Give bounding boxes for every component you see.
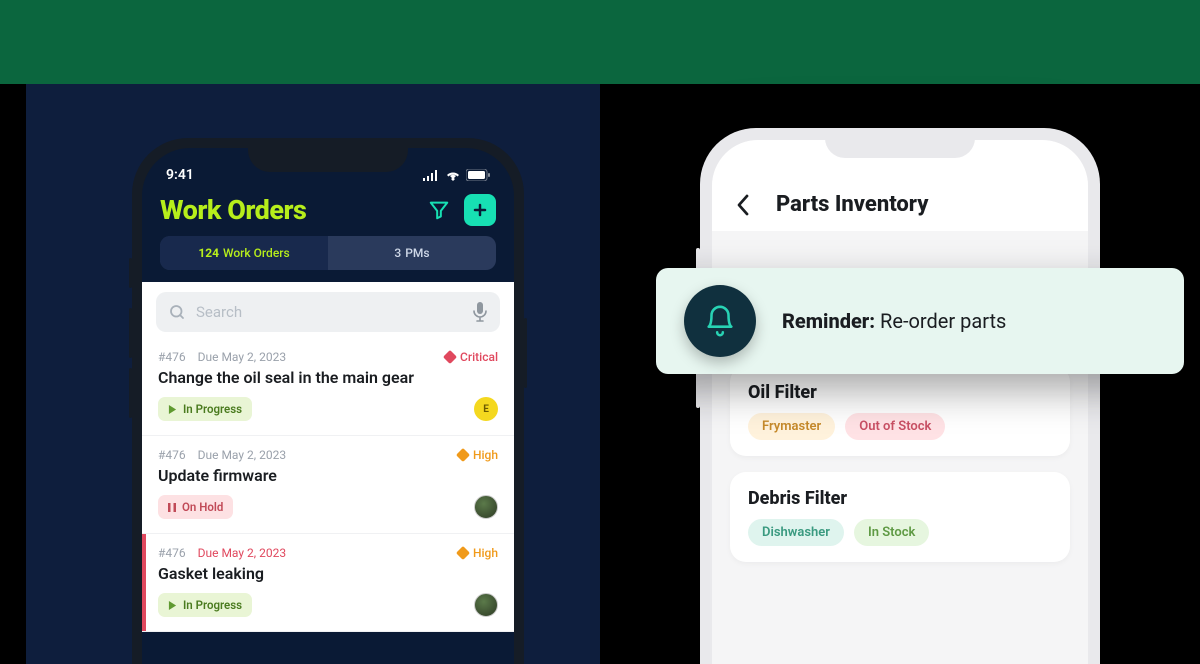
part-name: Oil Filter bbox=[748, 382, 1052, 403]
work-order-card[interactable]: #476 Due May 2, 2023 High Update firmware On… bbox=[142, 436, 514, 534]
phone-notch bbox=[248, 138, 408, 172]
diamond-icon bbox=[443, 350, 457, 364]
plus-icon bbox=[472, 202, 488, 218]
search-field[interactable] bbox=[156, 292, 500, 332]
tab-count: 3 bbox=[394, 246, 401, 260]
work-order-title: Update firmware bbox=[158, 466, 498, 485]
search-input[interactable] bbox=[196, 303, 462, 321]
pause-icon bbox=[168, 503, 176, 512]
play-icon bbox=[168, 601, 177, 610]
tab-work-orders[interactable]: 124 Work Orders bbox=[160, 236, 328, 270]
priority-label: High bbox=[473, 546, 498, 560]
phone-side-button bbox=[524, 318, 527, 388]
work-order-due: Due May 2, 2023 bbox=[198, 350, 286, 364]
work-order-id: #476 bbox=[158, 350, 186, 364]
status-pill: On Hold bbox=[158, 495, 233, 519]
battery-icon bbox=[466, 169, 490, 181]
filter-button[interactable] bbox=[424, 195, 454, 225]
assignee-avatar[interactable] bbox=[474, 593, 498, 617]
page-title: Work Orders bbox=[160, 194, 414, 226]
page-title: Parts Inventory bbox=[776, 192, 928, 217]
work-order-due: Due May 2, 2023 bbox=[198, 546, 286, 560]
notification-banner[interactable]: Reminder: Re-order parts bbox=[656, 268, 1184, 374]
part-name: Debris Filter bbox=[748, 488, 1052, 509]
work-order-id: #476 bbox=[158, 448, 186, 462]
tab-label: PMs bbox=[405, 246, 429, 260]
tab-count: 124 bbox=[198, 246, 219, 260]
status-pill: In Progress bbox=[158, 593, 252, 617]
tab-label: Work Orders bbox=[223, 246, 290, 260]
status-icons bbox=[422, 169, 490, 181]
priority-badge: High bbox=[458, 448, 498, 462]
notification-text: Reminder: Re-order parts bbox=[782, 309, 1006, 333]
part-card[interactable]: Debris Filter Dishwasher In Stock bbox=[730, 472, 1070, 562]
chevron-left-icon bbox=[736, 194, 750, 216]
part-card[interactable]: Oil Filter Frymaster Out of Stock bbox=[730, 366, 1070, 456]
priority-badge: High bbox=[458, 546, 498, 560]
work-order-id: #476 bbox=[158, 546, 186, 560]
status-label: In Progress bbox=[183, 402, 242, 416]
phone-side-button bbox=[129, 368, 132, 418]
phone-parts-inventory: Parts Inventory Out of Stock Oil Filter Fr… bbox=[700, 128, 1100, 664]
status-time: 9:41 bbox=[166, 167, 194, 183]
tag-row: Frymaster Out of Stock bbox=[748, 413, 1052, 440]
part-tag: Out of Stock bbox=[845, 413, 945, 440]
work-order-due: Due May 2, 2023 bbox=[198, 448, 286, 462]
top-green-bar bbox=[0, 0, 1200, 84]
phone-side-button bbox=[129, 258, 132, 288]
work-order-card[interactable]: #476 Due May 2, 2023 Critical Change the oi… bbox=[142, 338, 514, 436]
status-label: In Progress bbox=[183, 598, 242, 612]
status-pill: In Progress bbox=[158, 397, 252, 421]
segmented-control: 124 Work Orders 3 PMs bbox=[160, 236, 496, 270]
bell-icon bbox=[703, 304, 737, 338]
play-icon bbox=[168, 405, 177, 414]
notification-icon-circle bbox=[684, 285, 756, 357]
search-icon bbox=[168, 303, 186, 321]
part-tag: Frymaster bbox=[748, 413, 835, 440]
back-button[interactable] bbox=[736, 194, 760, 216]
priority-badge: Critical bbox=[445, 350, 498, 364]
tab-pms[interactable]: 3 PMs bbox=[328, 236, 496, 270]
part-tag: In Stock bbox=[854, 519, 929, 546]
work-order-card[interactable]: #476 Due May 2, 2023 High Gasket leaking In … bbox=[142, 534, 514, 632]
part-tag: Dishwasher bbox=[748, 519, 844, 546]
diamond-icon bbox=[456, 546, 470, 560]
phone-side-button bbox=[129, 308, 132, 358]
assignee-avatar[interactable]: E bbox=[474, 397, 498, 421]
notification-message: Re-order parts bbox=[880, 309, 1006, 333]
funnel-icon bbox=[428, 199, 450, 221]
priority-label: High bbox=[473, 448, 498, 462]
work-order-title: Gasket leaking bbox=[158, 564, 498, 583]
add-button[interactable] bbox=[464, 194, 496, 226]
notification-prefix: Reminder: bbox=[782, 309, 875, 333]
assignee-avatar[interactable] bbox=[474, 495, 498, 519]
mic-icon[interactable] bbox=[472, 302, 488, 322]
status-label: On Hold bbox=[182, 500, 223, 514]
phone-work-orders: 9:41 Work Orders 124 Work Orders 3 bbox=[132, 138, 524, 664]
diamond-icon bbox=[456, 448, 470, 462]
priority-label: Critical bbox=[460, 350, 498, 364]
cellular-icon bbox=[422, 170, 440, 181]
wifi-icon bbox=[445, 170, 461, 181]
phone-notch bbox=[825, 128, 975, 158]
tag-row: Dishwasher In Stock bbox=[748, 519, 1052, 546]
work-order-title: Change the oil seal in the main gear bbox=[158, 368, 498, 387]
